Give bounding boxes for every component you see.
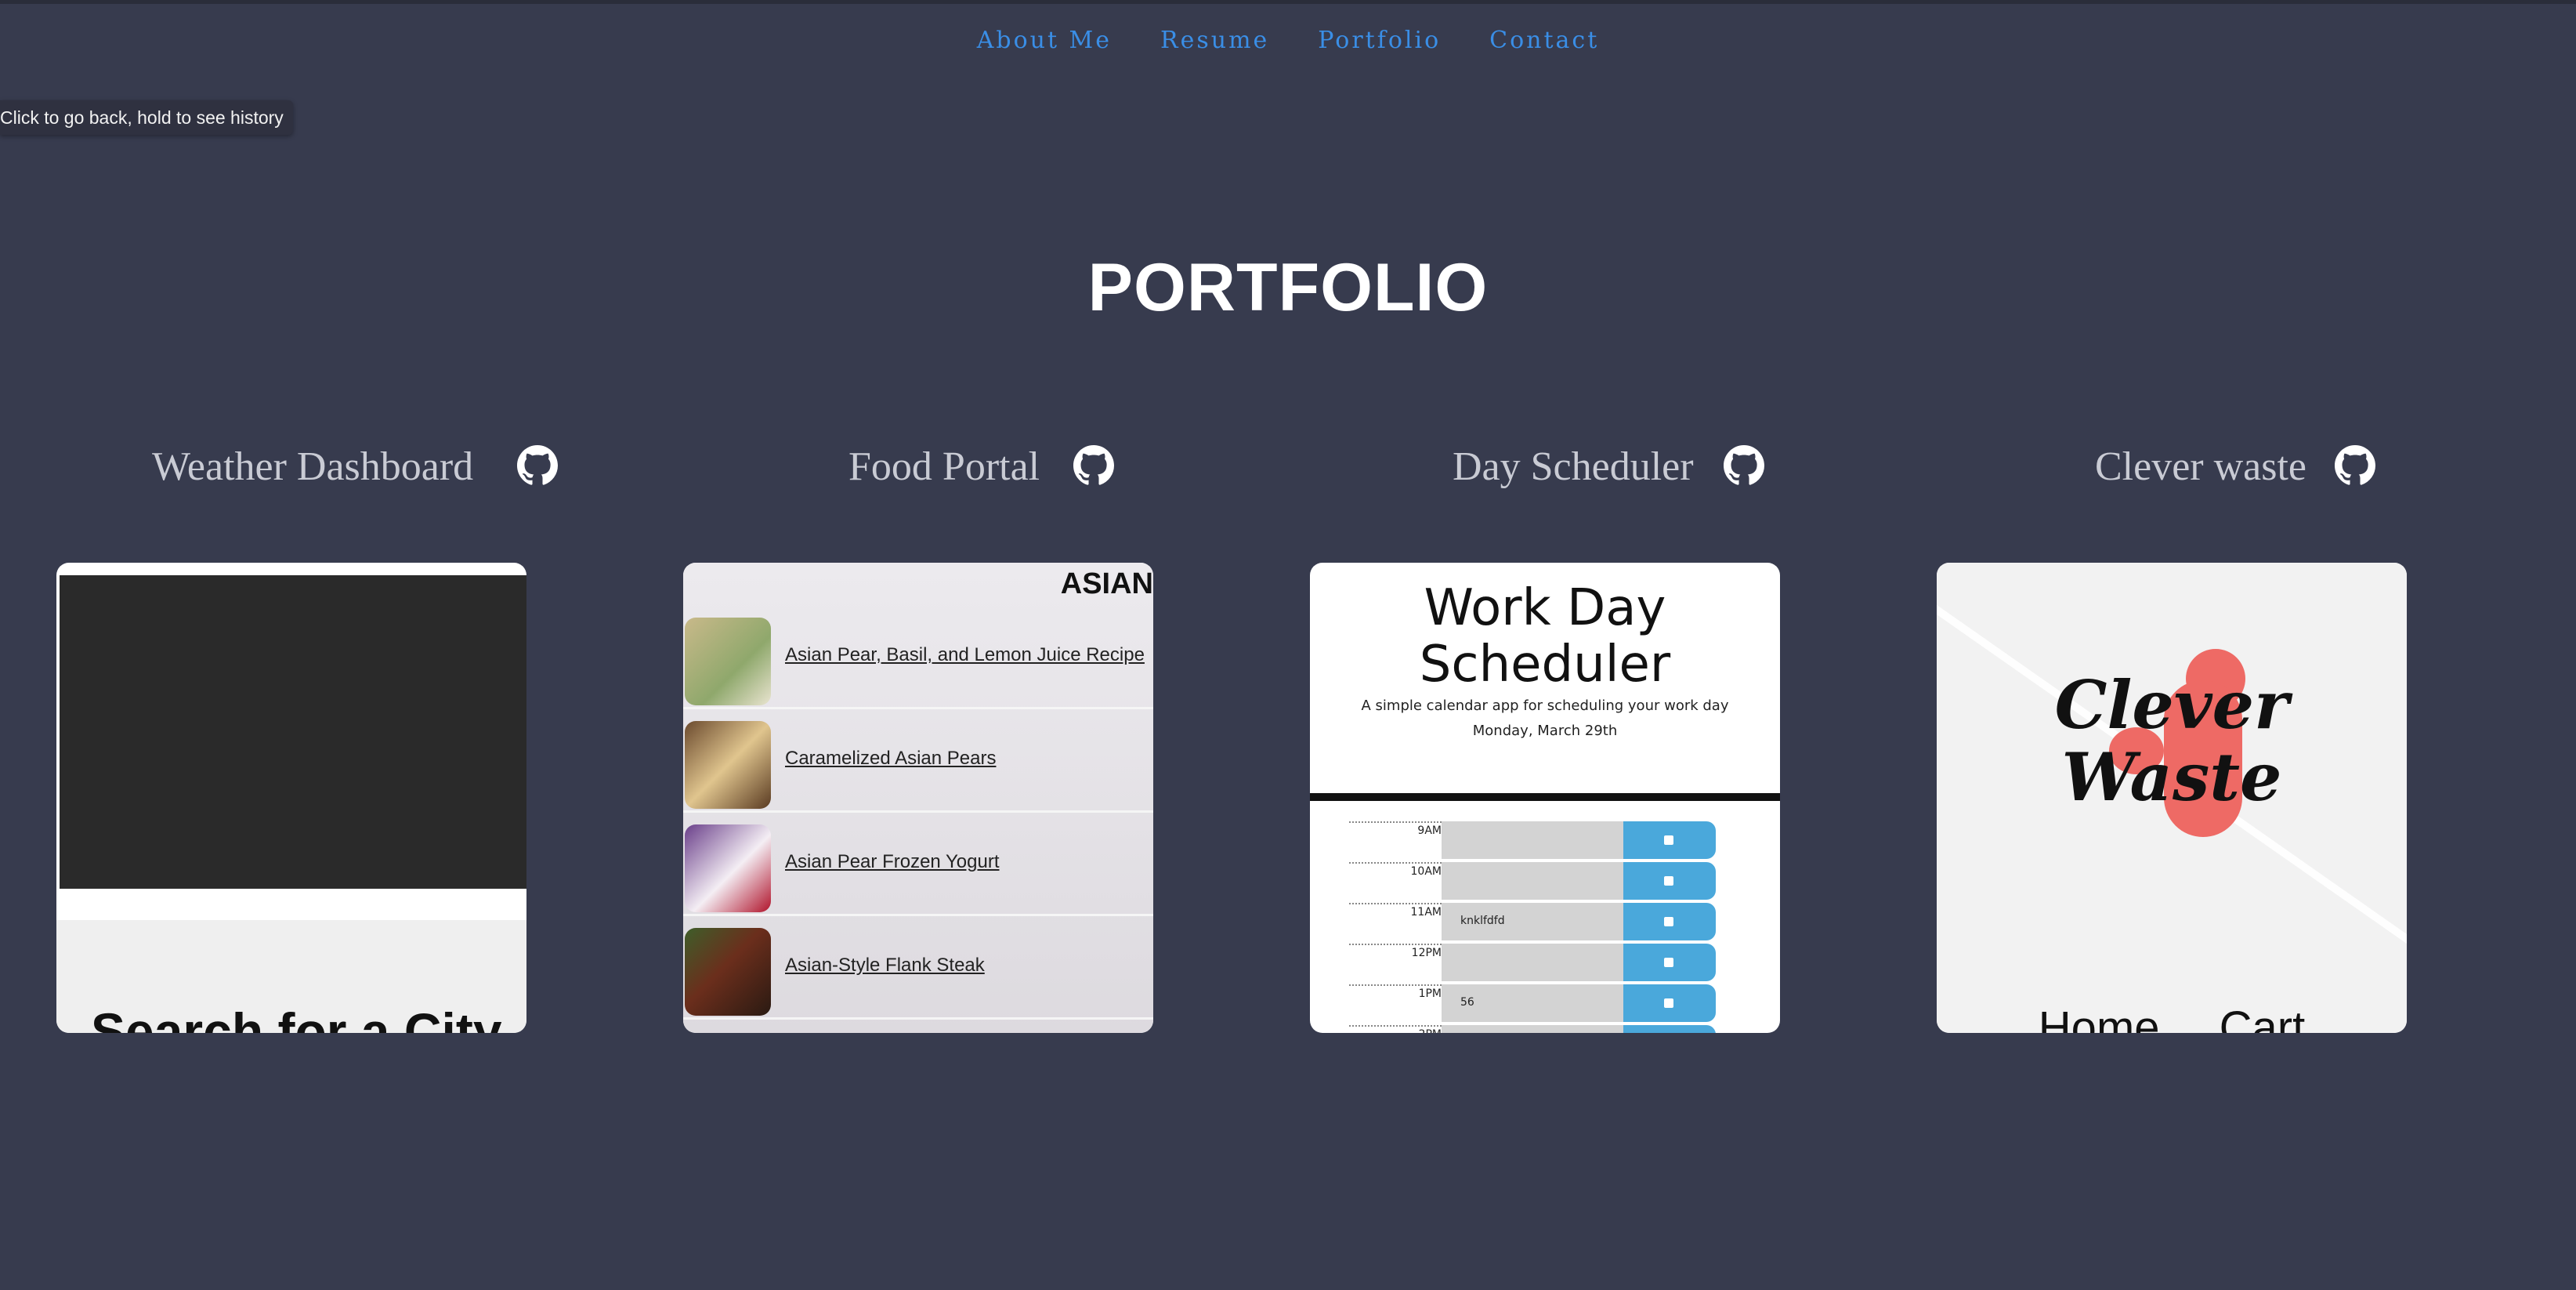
list-item: Asian-Style Flank Steak [683,925,1153,1020]
food-link: Asian Pear Frozen Yogurt [785,851,1000,872]
project-header: Weather Dashboard [56,436,605,498]
thumb-date: Monday, March 29th [1472,723,1618,739]
save-button [1623,944,1716,981]
save-icon [1664,917,1673,926]
event-text [1442,1025,1623,1033]
save-button [1623,821,1716,859]
nav-contact[interactable]: Contact [1489,27,1599,54]
thumb-title: Work Day Scheduler [1419,579,1671,694]
project-title[interactable]: Clever waste [2095,444,2306,490]
project-title[interactable]: Weather Dashboard [152,444,473,490]
event-text [1442,944,1623,981]
food-link: Caramelized Asian Pears [785,748,997,769]
event-text: 56 [1442,984,1623,1022]
hour-label: 12PM [1349,944,1442,983]
schedule-row: 11AM knklfdfd [1349,903,1757,942]
schedule-row: 1PM 56 [1349,984,1757,1024]
event-text [1442,862,1623,900]
project-thumbnail-weather[interactable]: Search for a City [56,563,526,1033]
nav-portfolio[interactable]: Portfolio [1318,27,1441,54]
nav-about-me[interactable]: About Me [977,27,1112,54]
thumb-search-text: Search for a City [91,1002,502,1033]
list-item: Asian Pear, Basil, and Lemon Juice Recip… [683,614,1153,709]
logo-line: Waste [2061,738,2282,816]
github-icon[interactable] [517,445,558,486]
hour-label: 2PM [1349,1025,1442,1033]
project-header: Clever waste [1937,436,2485,498]
save-icon [1664,835,1673,845]
nav-resume[interactable]: Resume [1160,27,1269,54]
back-button-tooltip: Click to go back, hold to see history [0,100,293,135]
schedule-row: 9AM [1349,821,1757,861]
save-button [1623,1025,1716,1033]
event-text: knklfdfd [1442,903,1623,940]
thumb-divider [1310,793,1780,801]
save-icon [1664,876,1673,886]
page-title: PORTFOLIO [1087,250,1489,325]
list-item: Asian Pear Frozen Yogurt [683,821,1153,916]
schedule-row: 12PM [1349,944,1757,983]
save-button [1623,903,1716,940]
project-thumbnail-clever-waste[interactable]: Clever Waste Home Cart [1937,563,2407,1033]
project-thumbnail-scheduler[interactable]: Work Day Scheduler A simple calendar app… [1310,563,1780,1033]
save-button [1623,862,1716,900]
thumb-subtitle: A simple calendar app for scheduling you… [1361,698,1729,714]
list-item: Caramelized Asian Pears [683,718,1153,813]
food-link: Asian-Style Flank Steak [785,955,985,976]
food-link: Asian Pear, Basil, and Lemon Juice Recip… [785,644,1145,665]
food-image [685,721,771,809]
save-icon [1664,958,1673,967]
save-icon [1664,998,1673,1008]
top-border [0,0,2576,4]
project-thumbnail-food[interactable]: ASIAN Asian Pear, Basil, and Lemon Juice… [683,563,1153,1033]
schedule-row: 2PM [1349,1025,1757,1033]
thumb-header-text: ASIAN [1060,567,1153,600]
github-icon[interactable] [1724,445,1764,486]
project-header: Food Portal [683,436,1232,498]
project-title[interactable]: Food Portal [848,444,1040,490]
github-icon[interactable] [1073,445,1114,486]
thumb-menu-text: Home Cart [2038,1002,2306,1033]
food-image [685,824,771,912]
github-icon[interactable] [2335,445,2375,486]
project-header: Day Scheduler [1310,436,1858,498]
save-button [1623,984,1716,1022]
hour-label: 10AM [1349,862,1442,901]
food-image [685,618,771,705]
hour-label: 1PM [1349,984,1442,1024]
hour-label: 11AM [1349,903,1442,942]
food-image [685,928,771,1016]
project-title[interactable]: Day Scheduler [1453,444,1694,490]
hour-label: 9AM [1349,821,1442,861]
logo-line: Clever [2054,666,2289,744]
schedule-row: 10AM [1349,862,1757,901]
thumb-dark-panel [60,575,526,889]
main-nav: About Me Resume Portfolio Contact [0,27,2576,54]
clever-waste-logo: Clever Waste [1937,669,2407,813]
event-text [1442,821,1623,859]
